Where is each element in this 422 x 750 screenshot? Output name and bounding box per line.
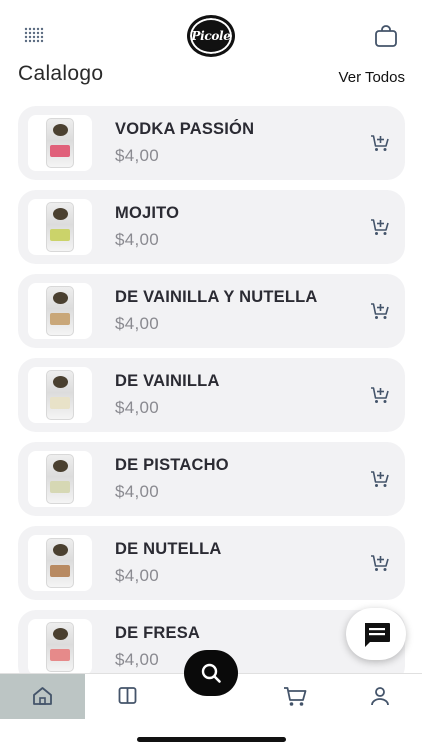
popsicle-image [46,118,74,168]
product-name: DE PISTACHO [115,456,229,474]
product-price: $4,00 [115,650,160,669]
app-header: Picole [0,0,422,62]
add-to-cart-icon [371,471,389,487]
brand-seal [53,460,68,472]
brand-logo-text: Picole [191,29,231,43]
tab-home[interactable] [0,674,85,719]
product-name: DE VAINILLA Y NUTELLA [115,288,318,306]
product-price: $4,00 [115,482,160,501]
product-card[interactable]: DE VAINILLA Y NUTELLA $4,00 [18,274,405,348]
brand-seal [53,544,68,556]
brand-logo[interactable]: Picole [187,15,235,57]
shopping-bag-button[interactable] [374,25,398,47]
flavor-band [50,313,70,325]
popsicle-image [46,538,74,588]
search-icon [201,663,221,683]
product-image [28,451,92,507]
product-name: DE VAINILLA [115,372,220,390]
brand-seal [53,292,68,304]
book-icon [118,687,137,704]
home-indicator [137,737,286,742]
tab-catalog[interactable] [85,674,170,719]
product-name: VODKA PASSIÓN [115,120,255,138]
flavor-band [50,145,70,157]
add-to-cart-icon [371,303,389,319]
brand-seal [53,124,68,136]
user-icon [371,687,389,706]
product-image [28,199,92,255]
add-to-cart-button[interactable] [370,217,390,237]
product-name: DE NUTELLA [115,540,222,558]
add-to-cart-icon [371,135,389,151]
add-to-cart-icon [371,555,389,571]
product-card[interactable]: VODKA PASSIÓN $4,00 [18,106,405,180]
see-all-link[interactable]: Ver Todos [339,69,405,86]
tab-profile[interactable] [338,674,422,719]
catalog-title: Calalogo [18,62,104,85]
add-to-cart-button[interactable] [370,553,390,573]
popsicle-image [46,286,74,336]
grid-dots-icon [24,27,44,43]
product-name: MOJITO [115,204,180,222]
product-card[interactable]: DE NUTELLA $4,00 [18,526,405,600]
menu-button[interactable] [24,27,46,45]
popsicle-image [46,370,74,420]
product-price: $4,00 [115,314,160,333]
product-price: $4,00 [115,566,160,585]
flavor-band [50,229,70,241]
add-to-cart-icon [371,387,389,403]
home-icon [33,687,52,705]
product-image [28,283,92,339]
popsicle-image [46,202,74,252]
tab-cart[interactable] [253,674,338,719]
add-to-cart-icon [371,219,389,235]
popsicle-image [46,622,74,672]
product-price: $4,00 [115,398,160,417]
add-to-cart-button[interactable] [370,301,390,321]
flavor-band [50,481,70,493]
chat-button[interactable] [346,608,406,660]
product-image [28,535,92,591]
product-image [28,367,92,423]
cart-icon [284,687,307,706]
search-button[interactable] [184,650,238,696]
brand-seal [53,376,68,388]
product-price: $4,00 [115,146,160,165]
brand-seal [53,208,68,220]
add-to-cart-button[interactable] [370,385,390,405]
shopping-bag-icon [375,25,397,47]
product-image [28,115,92,171]
add-to-cart-button[interactable] [370,469,390,489]
product-card[interactable]: DE VAINILLA $4,00 [18,358,405,432]
popsicle-image [46,454,74,504]
brand-seal [53,628,68,640]
product-list: VODKA PASSIÓN $4,00 MOJITO $4,00 DE VAINILLA… [18,106,405,694]
flavor-band [50,649,70,661]
flavor-band [50,565,70,577]
product-card[interactable]: MOJITO $4,00 [18,190,405,264]
flavor-band [50,397,70,409]
product-name: DE FRESA [115,624,201,642]
product-image [28,619,92,675]
product-card[interactable]: DE PISTACHO $4,00 [18,442,405,516]
chat-icon [365,623,390,647]
add-to-cart-button[interactable] [370,133,390,153]
product-price: $4,00 [115,230,160,249]
